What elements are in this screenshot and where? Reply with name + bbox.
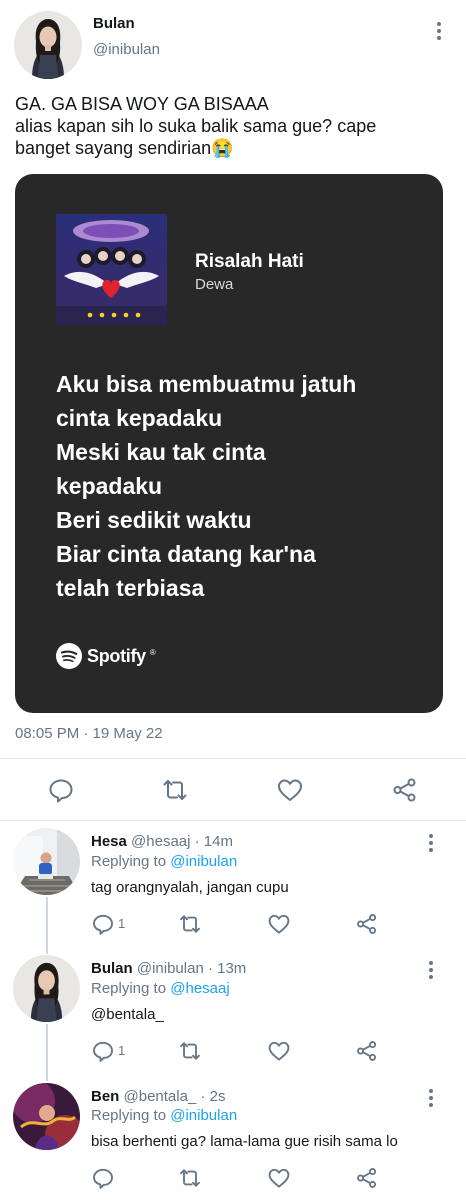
song-artist: Dewa: [195, 276, 234, 293]
reply-tweet[interactable]: Hesa @hesaaj · 14m Replying to @inibulan…: [0, 822, 466, 950]
lyric-line: Biar cinta datang kar'na: [56, 541, 316, 567]
tweet-text-line: banget sayang sendirian😭: [15, 138, 234, 158]
lyric-line: telah terbiasa: [56, 575, 205, 601]
reply-text: bisa berhenti ga? lama-lama gue risih sa…: [91, 1133, 398, 1150]
tweet-actions: [0, 770, 466, 810]
replying-to-label: Replying to: [91, 1107, 171, 1124]
reply-icon[interactable]: [91, 1166, 115, 1190]
lyric-line: cinta kepadaku: [56, 405, 223, 431]
replying-to-link[interactable]: @inibulan: [170, 853, 237, 870]
reply-author-name[interactable]: Bulan: [91, 960, 133, 977]
replying-to: Replying to @inibulan: [91, 1107, 237, 1124]
more-options-icon[interactable]: [426, 961, 436, 981]
replying-to-link[interactable]: @inibulan: [170, 1107, 237, 1124]
retweet-icon[interactable]: [178, 1166, 202, 1190]
reply-author-meta[interactable]: @hesaaj · 14m: [131, 833, 233, 850]
divider: [0, 758, 466, 759]
replying-to-link[interactable]: @hesaaj: [170, 980, 229, 997]
lyric-line: Aku bisa membuatmu jatuh: [56, 371, 357, 397]
share-icon[interactable]: [355, 1166, 379, 1190]
spotify-wordmark: Spotify: [87, 645, 146, 666]
reply-tweet[interactable]: Bulan @inibulan · 13m Replying to @hesaa…: [0, 950, 466, 1078]
reply-text: tag orangnyalah, jangan cupu: [91, 879, 289, 896]
reply-count: 1: [118, 1043, 126, 1058]
author-handle[interactable]: @inibulan: [93, 41, 160, 58]
share-icon[interactable]: [391, 776, 419, 804]
retweet-icon[interactable]: [161, 776, 189, 804]
reply-header: Ben @bentala_ · 2s: [91, 1088, 225, 1105]
avatar[interactable]: [13, 828, 80, 895]
reply-author-meta[interactable]: @inibulan · 13m: [137, 960, 246, 977]
reply-text-mention[interactable]: @bentala_: [91, 1006, 164, 1023]
lyric-line: Meski kau tak cinta: [56, 439, 266, 465]
reply-icon[interactable]: [91, 1039, 115, 1063]
tweet-text-line: alias kapan sih lo suka balik sama gue? …: [15, 116, 377, 136]
lyrics: Aku bisa membuatmu jatuh cinta kepadaku …: [56, 367, 436, 605]
avatar[interactable]: [13, 955, 80, 1022]
spotify-lyrics-card[interactable]: Risalah Hati Dewa Aku bisa membuatmu jat…: [15, 174, 443, 713]
reply-icon[interactable]: [47, 776, 75, 804]
heart-icon[interactable]: [267, 1166, 291, 1190]
reply-author-meta[interactable]: @bentala_ · 2s: [124, 1088, 226, 1105]
reply-icon[interactable]: [91, 912, 115, 936]
reply-header: Bulan @inibulan · 13m: [91, 960, 246, 977]
heart-icon[interactable]: [267, 1039, 291, 1063]
replying-to-label: Replying to: [91, 853, 171, 870]
tweet-text-line: GA. GA BISA WOY GA BISAAA: [15, 94, 269, 114]
more-options-icon[interactable]: [426, 1089, 436, 1109]
lyric-line: Beri sedikit waktu: [56, 507, 252, 533]
avatar[interactable]: [14, 11, 82, 79]
heart-icon[interactable]: [267, 912, 291, 936]
album-cover: [56, 214, 167, 325]
registered-mark: ®: [149, 648, 156, 657]
reply-count: 1: [118, 916, 126, 931]
share-icon[interactable]: [355, 1039, 379, 1063]
reply-author-name[interactable]: Hesa: [91, 833, 127, 850]
avatar[interactable]: [13, 1083, 80, 1150]
tweet-text: GA. GA BISA WOY GA BISAAA alias kapan si…: [15, 93, 455, 159]
spotify-logo: Spotify ®: [55, 642, 156, 670]
share-icon[interactable]: [355, 912, 379, 936]
tweet-timestamp[interactable]: 08:05 PM · 19 May 22: [15, 725, 163, 742]
author-name[interactable]: Bulan: [93, 15, 135, 32]
reply-tweet[interactable]: Ben @bentala_ · 2s Replying to @inibulan…: [0, 1078, 466, 1200]
reply-author-name[interactable]: Ben: [91, 1088, 119, 1105]
divider: [0, 820, 466, 821]
spotify-icon: [56, 643, 82, 669]
song-title: Risalah Hati: [195, 251, 304, 272]
retweet-icon[interactable]: [178, 912, 202, 936]
more-options-icon[interactable]: [426, 834, 436, 854]
reply-header: Hesa @hesaaj · 14m: [91, 833, 233, 850]
replying-to-label: Replying to: [91, 980, 171, 997]
more-options-icon[interactable]: [432, 22, 446, 44]
heart-icon[interactable]: [276, 776, 304, 804]
lyric-line: kepadaku: [56, 473, 163, 499]
main-tweet: Bulan @inibulan GA. GA BISA WOY GA BISAA…: [0, 0, 466, 821]
replying-to: Replying to @hesaaj: [91, 980, 230, 997]
retweet-icon[interactable]: [178, 1039, 202, 1063]
replying-to: Replying to @inibulan: [91, 853, 237, 870]
